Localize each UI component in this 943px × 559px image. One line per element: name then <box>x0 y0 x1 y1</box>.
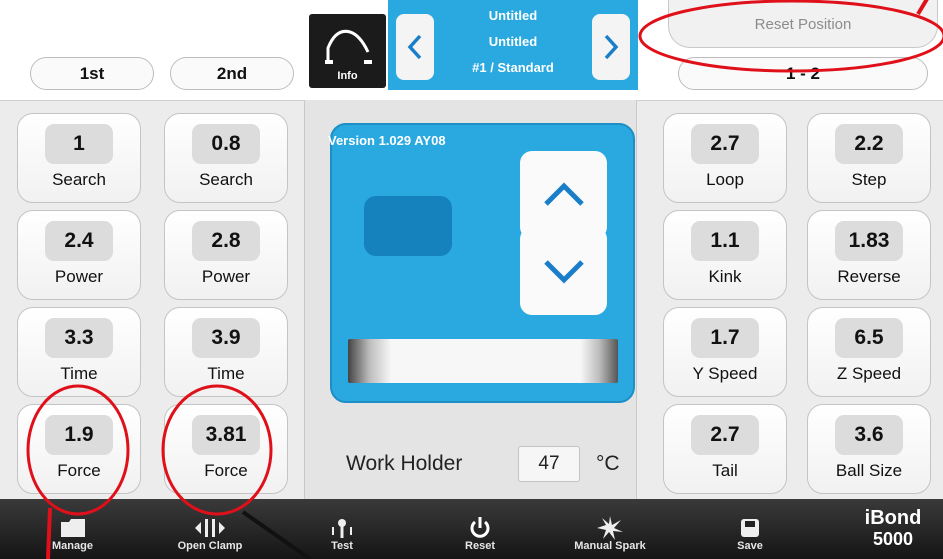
annotation-arrow <box>916 0 929 16</box>
annotation-circle <box>638 0 943 73</box>
annotation-line <box>46 507 52 559</box>
annotation-circle <box>26 384 130 516</box>
annotation-line <box>241 510 312 559</box>
annotation-circle <box>161 384 273 516</box>
annotation-overlay <box>26 0 943 559</box>
